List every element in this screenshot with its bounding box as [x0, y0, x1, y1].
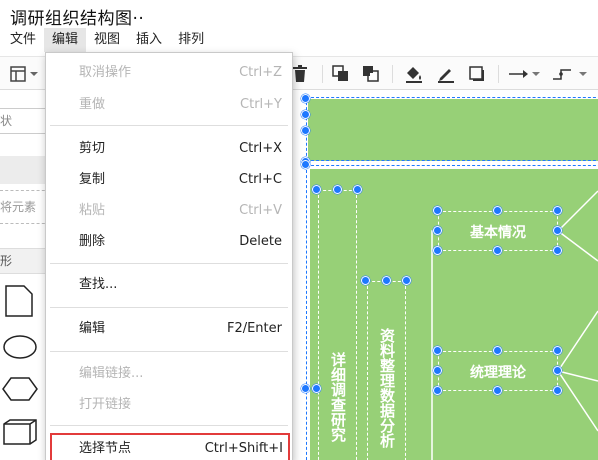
selection-handle[interactable]	[402, 276, 411, 285]
selection-handle[interactable]	[312, 185, 321, 194]
document-shape-icon[interactable]	[4, 284, 34, 318]
selection-handle[interactable]	[301, 94, 310, 103]
menu-insert[interactable]: 插入	[128, 28, 170, 52]
menu-item-find[interactable]: 查找...	[46, 271, 292, 299]
selection-handle[interactable]	[433, 206, 442, 215]
selection-handle[interactable]	[301, 110, 310, 119]
menu-item-open-link[interactable]: 打开链接	[46, 391, 292, 419]
ellipse-shape-icon[interactable]	[2, 334, 38, 360]
selection-handle[interactable]	[301, 160, 310, 169]
document-title: 调研组织结构图··	[10, 9, 145, 29]
selection-handle[interactable]	[553, 346, 562, 355]
menu-separator	[50, 125, 288, 126]
selection-handle[interactable]	[553, 366, 562, 375]
connection-arrow-icon[interactable]	[506, 63, 542, 85]
menu-view[interactable]: 视图	[86, 28, 128, 52]
menu-arrange[interactable]: 排列	[170, 28, 212, 52]
to-front-icon[interactable]	[330, 63, 352, 85]
menu-item-paste[interactable]: 粘贴 Ctrl+V	[46, 197, 292, 225]
menu-item-cut[interactable]: 剪切 Ctrl+X	[46, 135, 292, 163]
shadow-icon[interactable]	[466, 63, 488, 85]
menu-item-edit-link[interactable]: 编辑链接...	[46, 360, 292, 388]
menu-separator	[50, 307, 288, 308]
selection-handle[interactable]	[493, 206, 502, 215]
selection-handle[interactable]	[433, 366, 442, 375]
selection-handle[interactable]	[382, 276, 391, 285]
menu-separator	[50, 351, 288, 352]
page-view-icon[interactable]	[6, 63, 42, 85]
menu-file[interactable]: 文件	[0, 28, 44, 52]
scratchpad-drop-area[interactable]: 将元素	[0, 190, 50, 224]
menu-edit[interactable]: 编辑	[44, 28, 87, 52]
menu-item-redo[interactable]: 重做 Ctrl+Y	[46, 91, 292, 119]
fill-color-icon[interactable]	[402, 63, 426, 85]
selection-handle[interactable]	[493, 346, 502, 355]
to-back-icon[interactable]	[360, 63, 382, 85]
menu-separator	[50, 425, 288, 426]
selection-handle[interactable]	[433, 346, 442, 355]
menu-item-copy[interactable]: 复制 Ctrl+C	[46, 166, 292, 194]
selection-handle[interactable]	[361, 276, 370, 285]
menu-item-undo[interactable]: 取消操作 Ctrl+Z	[46, 59, 292, 87]
selection-handle[interactable]	[553, 206, 562, 215]
selection-handle[interactable]	[433, 386, 442, 395]
line-color-icon[interactable]	[434, 63, 458, 85]
selection-handle[interactable]	[301, 384, 310, 393]
menubar: 文件 编辑 视图 插入 排列	[0, 28, 212, 52]
selection-handle[interactable]	[353, 185, 362, 194]
cube-shape-icon[interactable]	[2, 418, 40, 446]
delete-icon[interactable]	[290, 63, 310, 85]
menu-item-delete[interactable]: 删除 Delete	[46, 228, 292, 256]
selection-handle[interactable]	[433, 246, 442, 255]
hexagon-shape-icon[interactable]	[2, 376, 38, 402]
selection-handle[interactable]	[312, 384, 321, 393]
waypoints-icon[interactable]	[550, 63, 590, 85]
edit-menu-dropdown: 取消操作 Ctrl+Z 重做 Ctrl+Y 剪切 Ctrl+X 复制 Ctrl+C 粘贴…	[45, 52, 293, 460]
menu-separator	[50, 263, 288, 264]
selection-handle[interactable]	[301, 126, 310, 135]
selection-handle[interactable]	[493, 246, 502, 255]
menu-item-select-nodes[interactable]: 选择节点 Ctrl+Shift+I	[50, 433, 290, 460]
selection-handle[interactable]	[433, 226, 442, 235]
selection-handle[interactable]	[553, 226, 562, 235]
menu-item-edit[interactable]: 编辑 F2/Enter	[46, 315, 292, 343]
selection-handle[interactable]	[553, 386, 562, 395]
selection-handle[interactable]	[553, 246, 562, 255]
selection-handle[interactable]	[333, 185, 342, 194]
selection-handle[interactable]	[493, 386, 502, 395]
